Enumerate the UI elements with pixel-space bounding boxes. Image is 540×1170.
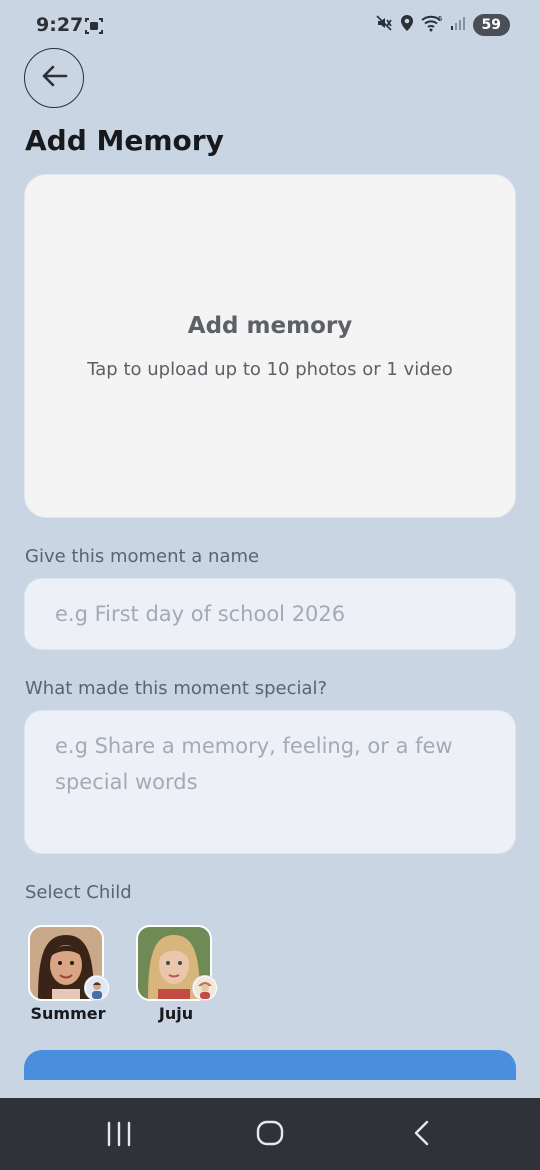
child-name-summer: Summer [30, 1004, 106, 1023]
moment-special-placeholder: e.g Share a memory, feeling, or a few sp… [55, 734, 453, 794]
select-child-label: Select Child [25, 882, 132, 903]
child-name-juju: Juju [158, 1004, 194, 1023]
page-title: Add Memory [25, 124, 224, 157]
scroll-clip [0, 1080, 540, 1098]
screenshot-icon [84, 16, 104, 40]
child-badge-icon [192, 975, 218, 1001]
wifi-icon: 5 [420, 14, 443, 36]
status-time: 9:27 [36, 14, 84, 36]
home-icon[interactable] [256, 1118, 284, 1152]
moment-special-textarea[interactable]: e.g Share a memory, feeling, or a few sp… [24, 710, 516, 854]
system-nav-bar [0, 1098, 540, 1170]
moment-special-label: What made this moment special? [25, 678, 328, 699]
upload-memory-area[interactable]: Add memory Tap to upload up to 10 photos… [24, 174, 516, 518]
child-card-juju[interactable] [136, 925, 218, 1001]
location-icon [400, 14, 414, 36]
status-bar: 9:27 5 59 [0, 0, 540, 52]
battery-indicator: 59 [472, 14, 510, 36]
upload-title: Add memory [187, 313, 353, 339]
back-button[interactable] [24, 48, 84, 108]
back-nav-icon[interactable] [410, 1118, 434, 1152]
child-badge-icon [84, 975, 110, 1001]
arrow-left-icon [40, 64, 68, 92]
moment-name-placeholder: e.g First day of school 2026 [55, 602, 346, 626]
moment-name-input[interactable]: e.g First day of school 2026 [24, 578, 516, 650]
recent-apps-icon[interactable] [106, 1118, 132, 1152]
mute-icon [375, 14, 393, 36]
child-card-summer[interactable] [28, 925, 110, 1001]
signal-icon [450, 15, 466, 35]
svg-text:5: 5 [438, 15, 442, 23]
moment-name-label: Give this moment a name [25, 546, 260, 567]
upload-subtitle: Tap to upload up to 10 photos or 1 video [87, 359, 453, 380]
